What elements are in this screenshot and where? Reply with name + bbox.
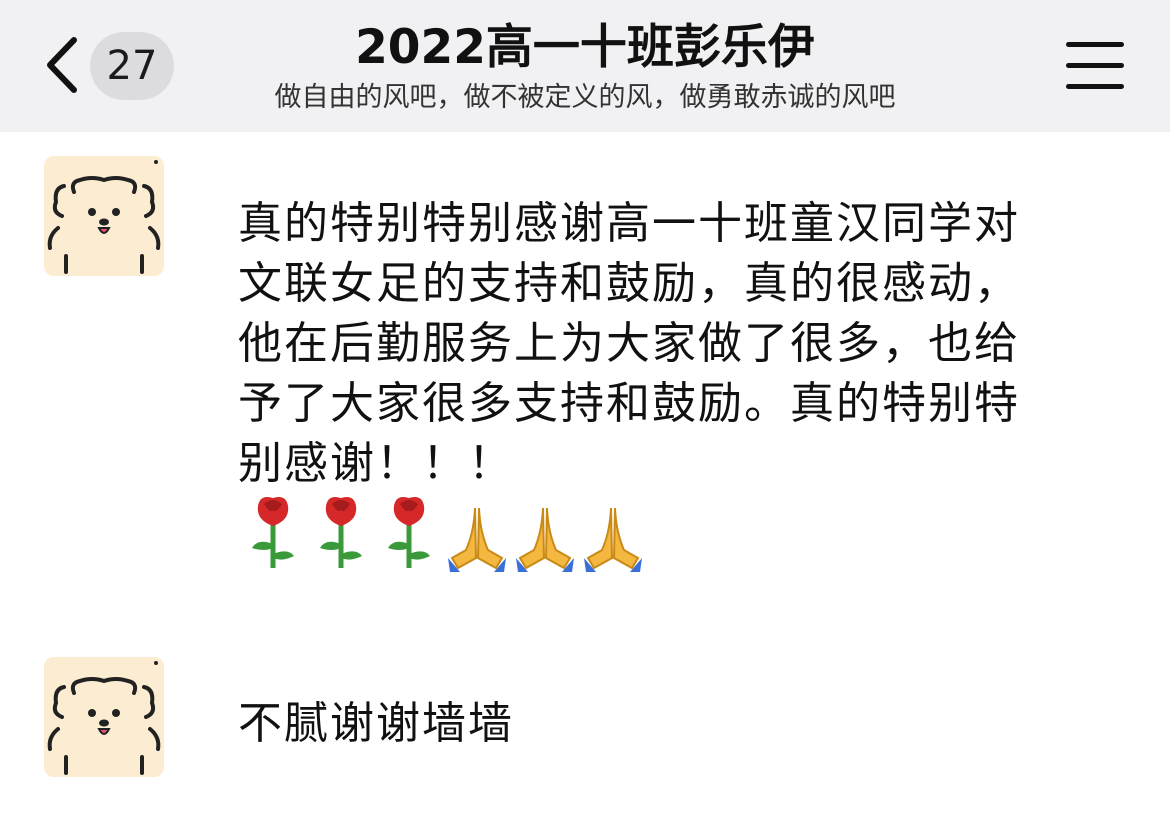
folded-hands-icon [584,507,642,572]
chat-header: 27 2022高一十班彭乐伊 做自由的风吧，做不被定义的风，做勇敢赤诚的风吧 [0,0,1170,132]
emoji-row [240,492,648,572]
chat-title: 2022高一十班彭乐伊 [355,20,815,75]
bear-avatar-icon [44,156,164,276]
chat-subtitle: 做自由的风吧，做不被定义的风，做勇敢赤诚的风吧 [274,82,896,113]
bear-avatar-icon [44,657,164,777]
message-text: 不腻谢谢墙墙 [238,698,514,749]
avatar[interactable] [44,156,164,276]
avatar[interactable] [44,657,164,777]
rose-icon [388,497,430,568]
folded-hands-icon [448,507,506,572]
folded-hands-icon [516,507,574,572]
message-text: 真的特别特别感谢高一十班童汉同学对文联女足的支持和鼓励，真的很感动，他在后勤服务… [238,198,1020,489]
rose-icon [252,497,294,568]
menu-icon[interactable] [1066,40,1124,92]
rose-icon [320,497,362,568]
